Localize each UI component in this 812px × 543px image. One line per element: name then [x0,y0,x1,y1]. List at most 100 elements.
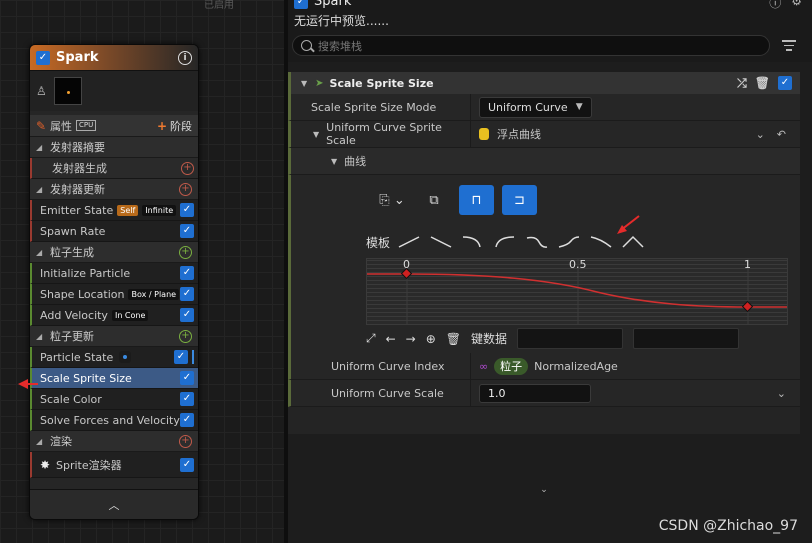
module-enable-checkbox[interactable]: ✓ [180,371,194,385]
section-emitter-update[interactable]: ◢ 发射器更新 + [30,179,198,200]
curve-index-value[interactable]: NormalizedAge [534,360,618,373]
section-render[interactable]: ◢ 渲染 + [30,431,198,452]
emitter-thumbnail [54,77,82,105]
template-smooth-down-icon[interactable] [588,233,614,251]
module-label: Emitter State [40,203,114,217]
shape-location-tag: Box / Plane [128,288,180,300]
module-label: Scale Sprite Size [40,371,132,385]
scrollbar[interactable] [800,72,812,432]
module-sprite-renderer[interactable]: ✸ Sprite渲染器 ✓ [30,452,198,478]
section-emitter-summary[interactable]: ◢ 发射器摘要 [30,137,198,158]
reset-arrow-icon[interactable]: ↶ [777,128,786,141]
delete-key-icon[interactable]: 🗑 [446,332,461,346]
add-module-icon[interactable]: + [181,161,194,175]
add-module-icon[interactable]: + [179,329,192,343]
chevron-down-icon: ▼ [575,102,583,112]
template-ease-up-icon[interactable] [556,233,582,251]
module-enable-checkbox[interactable]: ✓ [180,203,194,217]
shuffle-icon[interactable]: ⤮ [737,76,747,91]
module-scale-sprite-size[interactable]: Scale Sprite Size ✓ [30,368,198,389]
add-module-icon[interactable]: + [179,245,192,259]
key-value-field[interactable] [633,328,740,349]
key-bar: ⤢ ← → ⊕ 🗑 键数据 [366,328,790,349]
key-time-field[interactable] [517,328,624,349]
curve-key-end[interactable] [741,300,754,313]
row-label[interactable]: ▼ 曲线 [291,148,471,174]
chevron-down-icon[interactable]: ⌄ [777,387,786,400]
curve-scale-input[interactable]: 1.0 [479,383,591,403]
collapse-icon: ◢ [36,184,43,194]
module-particle-state[interactable]: Particle State ✓ [30,347,198,368]
panel-top: ✓ Spark ⓘ ⚙ 无运行中预览...... 搜索堆栈 [288,0,812,62]
module-icon: ➤ [315,77,324,89]
expand-more-button[interactable]: ⌄ [288,485,800,501]
row-mode: Scale Sprite Size Mode Uniform Curve ▼ [288,94,800,121]
fit-icon[interactable]: ⤢ [366,331,376,346]
module-initialize-particle[interactable]: Initialize Particle ✓ [30,263,198,284]
template-ease-out-icon[interactable] [460,233,486,251]
add-velocity-tag: In Cone [111,309,149,321]
curve-graph[interactable]: 0 0.5 1 [366,258,788,325]
module-scale-color[interactable]: Scale Color ✓ [30,389,198,410]
module-emitter-spawn[interactable]: 发射器生成 + [30,158,198,179]
module-details: ▼ ➤ Scale Sprite Size ⤮ 🗑 ✓ Scale Sprite… [288,72,800,495]
template-linear-down-icon[interactable] [428,233,454,251]
row-label[interactable]: ▼ Uniform Curve Sprite Scale [291,121,471,147]
template-ease-down-icon[interactable] [524,233,550,251]
mode-dropdown[interactable]: Uniform Curve ▼ [479,96,592,118]
module-spawn-rate[interactable]: Spawn Rate ✓ [30,221,198,242]
row-label: Uniform Curve Index [291,353,471,379]
module-enable-checkbox[interactable]: ✓ [180,392,194,406]
node-header[interactable]: ✓ Spark i [30,45,198,71]
module-add-velocity[interactable]: Add Velocity In Cone ✓ [30,305,198,326]
template-linear-up-icon[interactable] [396,233,422,251]
gear-icon[interactable]: ⚙ [791,0,802,11]
module-label: Solve Forces and Velocity [40,413,180,427]
section-particle-spawn[interactable]: ◢ 粒子生成 + [30,242,198,263]
stage-button[interactable]: + 阶段 [157,118,192,134]
filter-icon[interactable] [782,40,796,54]
module-emitter-state[interactable]: Emitter State Self Infinite ✓ [30,200,198,221]
properties-row[interactable]: ✎ 属性 CPU + 阶段 [30,115,198,137]
graph-canvas[interactable]: 已启用 ✓ Spark i ♙ ✎ 属性 CPU + 阶段 ◢ 发射器摘要 发射… [0,0,284,543]
template-ease-in-icon[interactable] [492,233,518,251]
node-enable-checkbox[interactable]: ✓ [36,50,50,65]
emitter-enable-checkbox[interactable]: ✓ [294,0,308,9]
info-icon[interactable]: i [178,50,192,65]
add-key-icon[interactable]: ⊕ [426,332,436,346]
module-solve-forces[interactable]: Solve Forces and Velocity ✓ [30,410,198,431]
axis-tick-1: 1 [744,259,751,271]
fit-vertical-icon[interactable]: ⊐ [502,185,537,215]
module-enable-checkbox[interactable]: ✓ [180,413,194,427]
section-particle-update[interactable]: ◢ 粒子更新 + [30,326,198,347]
module-enable-checkbox[interactable]: ✓ [180,266,194,280]
module-enable-checkbox[interactable]: ✓ [180,224,194,238]
module-enable-checkbox[interactable]: ✓ [180,457,194,472]
import-curve-icon[interactable]: ⎘ ⌄ [375,185,409,215]
section-label: 渲染 [50,435,72,448]
chevron-down-icon[interactable]: ⌄ [756,128,765,141]
node-collapse-button[interactable]: ︿ [30,489,198,519]
category-header[interactable]: ▼ ➤ Scale Sprite Size ⤮ 🗑 ✓ [288,72,800,94]
arrow-left-icon[interactable]: ← [386,332,396,346]
trash-icon[interactable]: 🗑 [755,76,770,90]
category-title: Scale Sprite Size [329,76,434,90]
arrow-right-icon[interactable]: → [406,332,416,346]
search-stack-input[interactable]: 搜索堆栈 [292,35,770,56]
fit-horizontal-icon[interactable]: ⊓ [459,185,494,215]
pin-icon[interactable]: ♙ [36,84,50,98]
section-label: 粒子更新 [50,330,94,343]
module-enable-checkbox[interactable]: ✓ [174,350,188,364]
info-icon[interactable]: ⓘ [769,0,781,11]
module-shape-location[interactable]: Shape Location Box / Plane ✓ [30,284,198,305]
module-enable-checkbox[interactable]: ✓ [778,76,792,90]
emitter-node[interactable]: ✓ Spark i ♙ ✎ 属性 CPU + 阶段 ◢ 发射器摘要 发射器生成 … [29,44,199,520]
red-arrow-annotation [18,379,38,389]
module-enable-checkbox[interactable]: ✓ [180,308,194,322]
open-external-icon[interactable]: ⧉ [417,185,451,215]
row-curve-index: Uniform Curve Index ∞ 粒子 NormalizedAge [288,353,800,380]
add-renderer-icon[interactable]: + [179,434,192,448]
add-module-icon[interactable]: + [179,182,192,196]
module-enable-checkbox[interactable]: ✓ [180,287,194,301]
plus-icon: + [156,118,167,133]
